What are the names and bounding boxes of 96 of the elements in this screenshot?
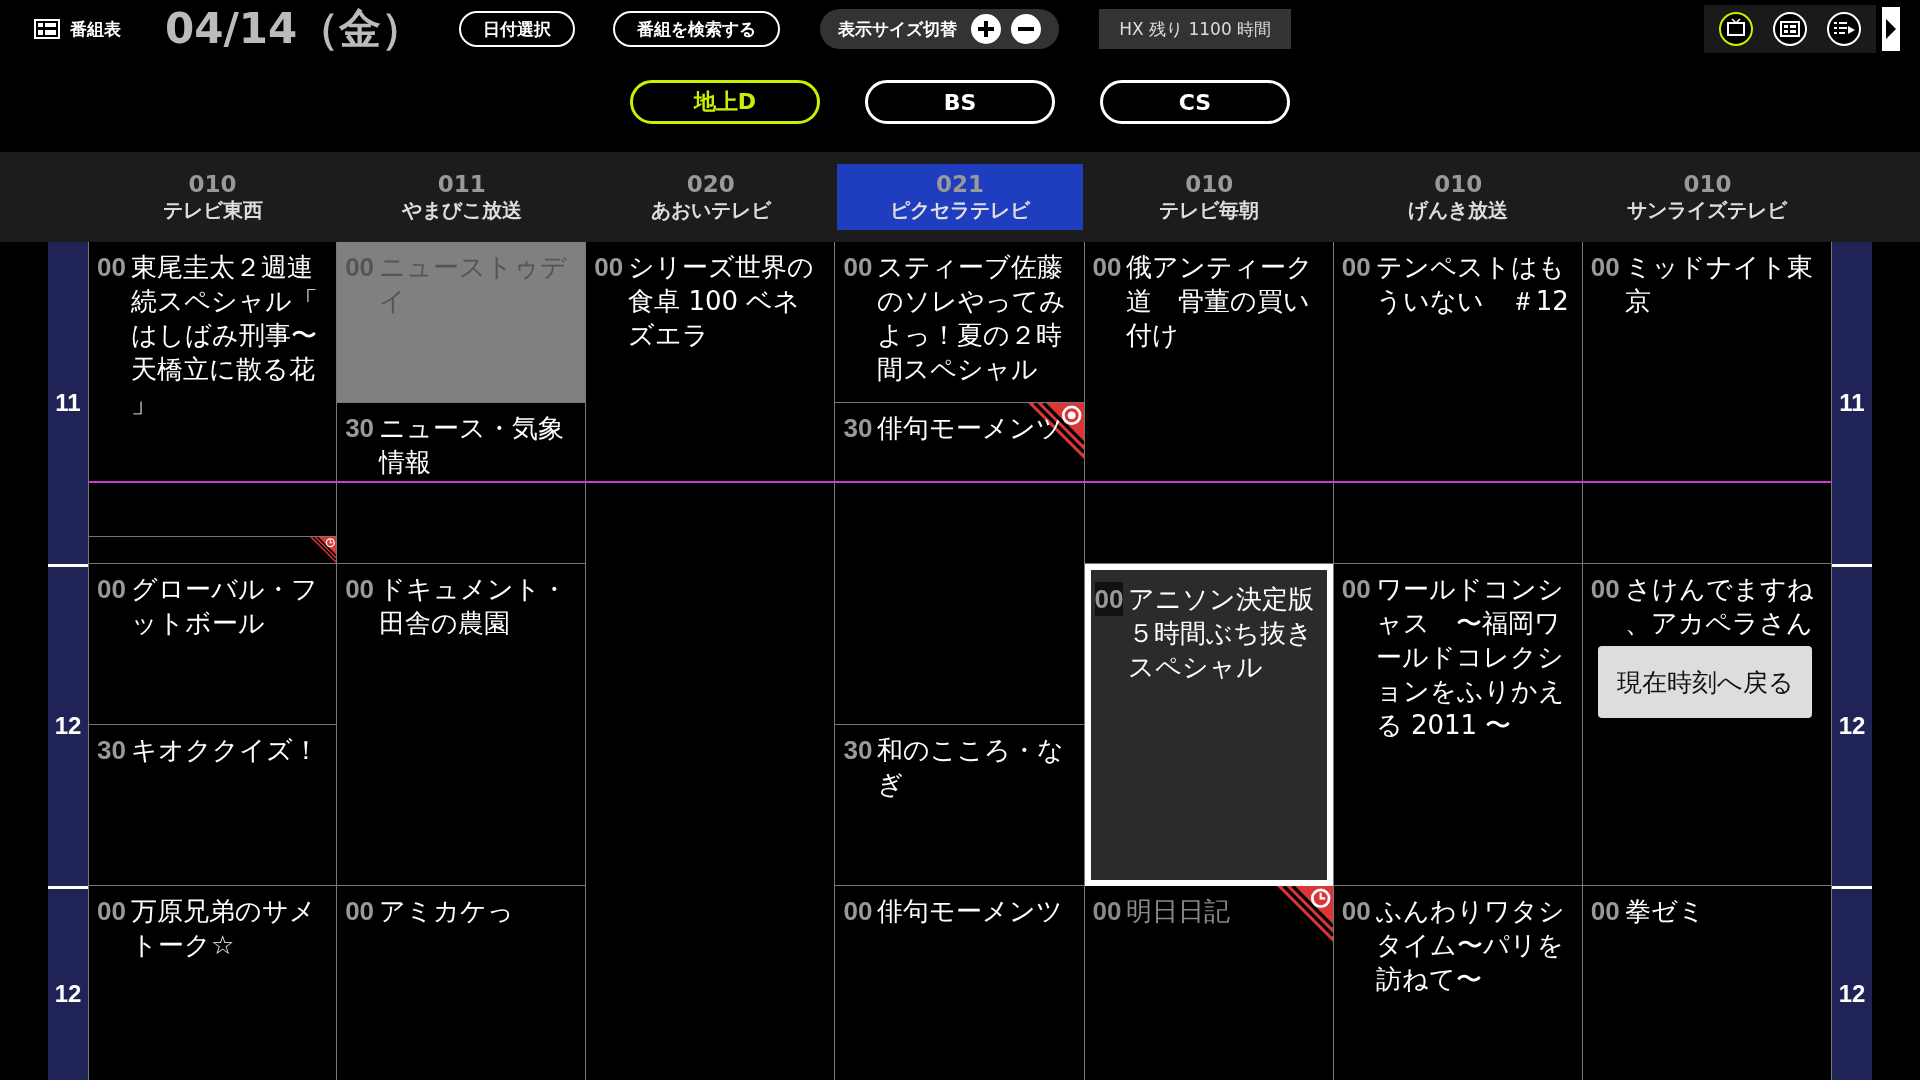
channel-name: サンライズテレビ	[1627, 196, 1788, 224]
channel-name: テレビ毎朝	[1159, 196, 1260, 224]
program-guide-icon[interactable]	[1772, 11, 1808, 47]
program-cell[interactable]: 00 ドキュメント・田舎の農園	[337, 563, 586, 886]
channel-number: 020	[686, 170, 735, 197]
channel-number: 010	[1434, 170, 1483, 197]
start-minute: 00	[1590, 572, 1620, 606]
program-title: ニュース・気象情報	[379, 411, 566, 479]
channel-name: やまびこ放送	[401, 196, 522, 224]
channel-name: テレビ東西	[162, 196, 263, 224]
channel-number: 010	[188, 170, 237, 197]
program-cell[interactable]: 30 和のこころ・なぎ	[835, 724, 1084, 886]
return-to-now-button[interactable]: 現在時刻へ戻る	[1598, 646, 1812, 718]
start-minute: 00	[1094, 581, 1124, 616]
channel-header[interactable]: 010 テレビ毎朝	[1084, 164, 1334, 230]
program-cell[interactable]: 00 ふんわりワタシタイム〜パリを訪ねて〜	[1333, 885, 1582, 1080]
program-title: さけんでますね、アカペラさん	[1624, 572, 1815, 640]
search-button[interactable]: 番組を検索する	[613, 11, 781, 47]
channel-header[interactable]: 020 あおいテレビ	[586, 164, 836, 230]
size-toggle-label: 表示サイズ切替	[838, 17, 958, 41]
program-cell[interactable]: 00 明日日記	[1084, 885, 1333, 1080]
start-minute: 30	[843, 733, 873, 767]
start-minute: 00	[345, 572, 375, 606]
channel-header[interactable]: 010 テレビ東西	[88, 164, 338, 230]
start-minute: 00	[1092, 894, 1122, 928]
start-minute: 00	[345, 894, 375, 928]
grid-icon	[34, 19, 60, 39]
start-minute: 00	[1341, 894, 1371, 928]
channel-header[interactable]: 021 ピクセラテレビ	[837, 164, 1083, 230]
hour-marker: 11	[1838, 387, 1866, 418]
broadcast-tab[interactable]: CS	[1100, 80, 1290, 124]
start-minute: 00	[97, 894, 126, 928]
start-minute: 30	[843, 411, 873, 445]
start-minute: 00	[1590, 251, 1620, 284]
program-title: 万原兄弟のサメトーク☆	[130, 894, 317, 962]
channel-name: げんき放送	[1408, 196, 1509, 224]
start-minute: 00	[843, 251, 873, 284]
screen-title: 番組表	[70, 17, 121, 41]
program-title: 東尾圭太２週連続スペシャル「はしばみ刑事〜天橋立に散る花」	[130, 251, 319, 420]
program-title: アミカケっ	[379, 894, 515, 928]
start-minute: 00	[97, 572, 126, 606]
start-minute: 00	[1590, 894, 1620, 928]
channel-number: 011	[437, 170, 486, 197]
selected-program-cell[interactable]: 00 アニソン決定版５時間ぶち抜きスペシャル	[1084, 563, 1333, 886]
program-title: 俄アンティーク道 骨董の買い付け	[1126, 251, 1315, 352]
program-title: シリーズ世界の食卓 100 ベネズエラ	[628, 251, 816, 352]
program-title: 俳句モーメンツ	[877, 411, 1064, 445]
date-select-button[interactable]: 日付選択	[459, 11, 576, 47]
program-cell[interactable]: 00 万原兄弟のサメトーク☆	[89, 885, 337, 1080]
date-label: 04/14（金）	[165, 3, 424, 55]
zoom-in-icon[interactable]	[971, 14, 1002, 44]
hour-marker: 11	[54, 387, 82, 418]
program-title: 明日日記	[1126, 894, 1231, 928]
channel-header[interactable]: 011 やまびこ放送	[337, 164, 587, 230]
program-cell[interactable]: 00 アミカケっ	[337, 885, 586, 1080]
start-minute: 00	[1341, 572, 1371, 606]
start-minute: 00	[1092, 251, 1122, 284]
program-cell[interactable]: 00 ワールドコンシャス 〜福岡ワールドコレクションをふりかえる 2011 〜	[1333, 563, 1582, 886]
start-minute: 30	[345, 411, 375, 445]
channel-number: 010	[1185, 170, 1234, 197]
broadcast-tab[interactable]: 地上D	[630, 80, 820, 124]
start-minute: 00	[843, 894, 873, 928]
program-cell[interactable]: 00 俳句モーメンツ	[835, 885, 1084, 1080]
channel-number: 021	[936, 170, 984, 197]
program-title: 和のこころ・なぎ	[877, 733, 1066, 801]
program-title: キオククイズ！	[130, 733, 319, 767]
program-cell[interactable]: 30 キオククイズ！	[89, 724, 337, 886]
program-title: ワールドコンシャス 〜福岡ワールドコレクションをふりかえる 2011 〜	[1375, 572, 1566, 742]
program-cell[interactable]: 00 グローバル・フットボール	[89, 563, 337, 725]
program-title: スティーブ佐藤のソレやってみよっ！夏の２時間スペシャル	[877, 251, 1068, 386]
channel-header[interactable]: 010 げんき放送	[1333, 164, 1583, 230]
playlist-icon[interactable]	[1826, 11, 1862, 47]
program-title: アニソン決定版５時間ぶち抜きスペシャル	[1128, 582, 1316, 684]
program-cell[interactable]: 00 スティーブ佐藤のソレやってみよっ！夏の２時間スペシャル	[835, 242, 1084, 403]
program-title: ドキュメント・田舎の農園	[379, 572, 569, 640]
program-cell[interactable]	[89, 536, 337, 564]
channel-number: 010	[1683, 170, 1732, 197]
tv-icon[interactable]	[1718, 11, 1754, 47]
program-cell[interactable]: 00 拳ゼミ	[1582, 885, 1831, 1080]
program-title: グローバル・フットボール	[130, 572, 319, 640]
start-minute: 30	[97, 733, 126, 767]
program-title: テンペストはもういない ＃12	[1375, 251, 1570, 318]
program-title: ミッドナイト東京	[1624, 251, 1814, 318]
broadcast-tab[interactable]: BS	[865, 80, 1055, 124]
channel-header[interactable]: 010 サンライズテレビ	[1582, 164, 1832, 230]
channel-name: ピクセラテレビ	[890, 196, 1030, 224]
program-title: 俳句モーメンツ	[877, 894, 1064, 928]
start-minute: 00	[97, 251, 126, 284]
zoom-out-icon[interactable]	[1011, 14, 1042, 44]
scroll-right-button[interactable]	[1882, 7, 1900, 51]
start-minute: 00	[594, 251, 624, 284]
channel-name: あおいテレビ	[650, 196, 771, 224]
program-title: ふんわりワタシタイム〜パリを訪ねて〜	[1375, 894, 1566, 996]
start-minute: 00	[1341, 251, 1371, 284]
remaining-time-badge: HX 残り 1100 時間	[1099, 9, 1292, 49]
program-title: 拳ゼミ	[1624, 894, 1705, 928]
